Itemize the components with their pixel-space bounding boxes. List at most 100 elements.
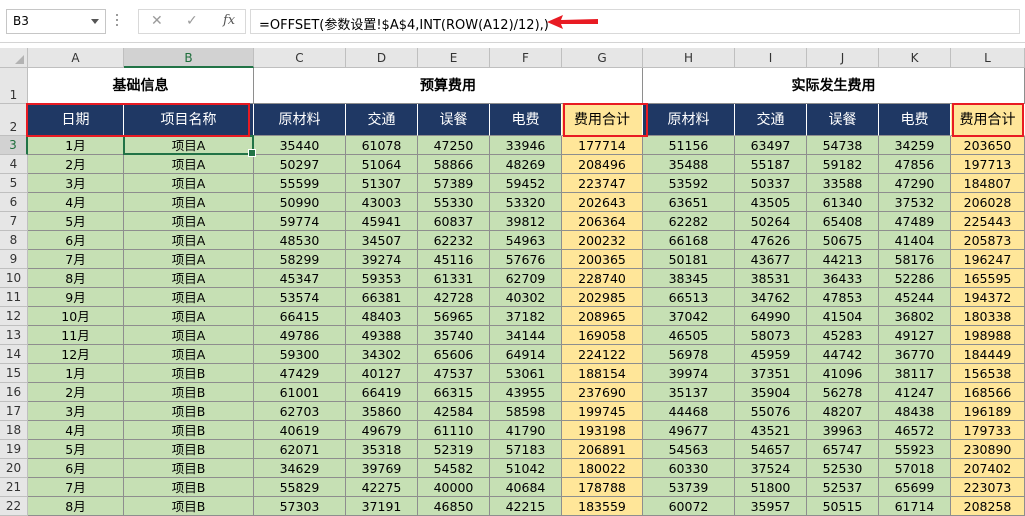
data-cell[interactable]: 46505	[643, 326, 735, 345]
data-cell[interactable]: 42215	[490, 497, 562, 516]
data-cell[interactable]: 193198	[562, 421, 643, 440]
data-cell[interactable]: 230890	[951, 440, 1025, 459]
chevron-down-icon[interactable]	[91, 19, 99, 24]
data-cell[interactable]: 7月	[28, 250, 124, 269]
row-header-12[interactable]: 12	[0, 307, 28, 326]
data-cell[interactable]: 206028	[951, 193, 1025, 212]
data-cell[interactable]: 43955	[490, 383, 562, 402]
data-cell[interactable]: 228740	[562, 269, 643, 288]
data-cell[interactable]: 223747	[562, 174, 643, 193]
data-cell[interactable]: 61078	[346, 136, 418, 155]
data-cell[interactable]: 41404	[879, 231, 951, 250]
header-cell-h[interactable]: 原材料	[643, 104, 735, 136]
column-header-a[interactable]: A	[28, 48, 124, 68]
data-cell[interactable]: 58299	[254, 250, 346, 269]
data-cell[interactable]: 39769	[346, 459, 418, 478]
data-cell[interactable]: 55330	[418, 193, 490, 212]
data-cell[interactable]: 项目A	[124, 174, 254, 193]
data-cell[interactable]: 44742	[807, 345, 879, 364]
data-cell[interactable]: 45347	[254, 269, 346, 288]
data-cell[interactable]: 50181	[643, 250, 735, 269]
data-cell[interactable]: 202985	[562, 288, 643, 307]
data-cell[interactable]: 项目B	[124, 402, 254, 421]
data-cell[interactable]: 37524	[735, 459, 807, 478]
data-cell[interactable]: 40684	[490, 478, 562, 497]
column-header-l[interactable]: L	[951, 48, 1025, 68]
data-cell[interactable]: 34259	[879, 136, 951, 155]
data-cell[interactable]: 208965	[562, 307, 643, 326]
data-cell[interactable]: 55599	[254, 174, 346, 193]
data-cell[interactable]: 206364	[562, 212, 643, 231]
data-cell[interactable]: 180338	[951, 307, 1025, 326]
header-cell-i[interactable]: 交通	[735, 104, 807, 136]
data-cell[interactable]: 33946	[490, 136, 562, 155]
data-cell[interactable]: 41247	[879, 383, 951, 402]
data-cell[interactable]: 224122	[562, 345, 643, 364]
column-header-j[interactable]: J	[807, 48, 879, 68]
data-cell[interactable]: 3月	[28, 174, 124, 193]
data-cell[interactable]: 39812	[490, 212, 562, 231]
data-cell[interactable]: 62709	[490, 269, 562, 288]
column-header-c[interactable]: C	[254, 48, 346, 68]
data-cell[interactable]: 50675	[807, 231, 879, 250]
data-cell[interactable]: 项目B	[124, 497, 254, 516]
data-cell[interactable]: 58176	[879, 250, 951, 269]
data-cell[interactable]: 59353	[346, 269, 418, 288]
data-cell[interactable]: 180022	[562, 459, 643, 478]
column-header-h[interactable]: H	[643, 48, 735, 68]
data-cell[interactable]: 63651	[643, 193, 735, 212]
row-header-9[interactable]: 9	[0, 250, 28, 269]
data-cell[interactable]: 156538	[951, 364, 1025, 383]
data-cell[interactable]: 42275	[346, 478, 418, 497]
header-cell-j[interactable]: 误餐	[807, 104, 879, 136]
data-cell[interactable]: 57303	[254, 497, 346, 516]
data-cell[interactable]: 49677	[643, 421, 735, 440]
data-cell[interactable]: 项目A	[124, 136, 254, 155]
data-cell[interactable]: 项目A	[124, 288, 254, 307]
data-cell[interactable]: 50264	[735, 212, 807, 231]
data-cell[interactable]: 61110	[418, 421, 490, 440]
data-cell[interactable]: 58598	[490, 402, 562, 421]
data-cell[interactable]: 55076	[735, 402, 807, 421]
row-header-7[interactable]: 7	[0, 212, 28, 231]
data-cell[interactable]: 38117	[879, 364, 951, 383]
data-cell[interactable]: 49786	[254, 326, 346, 345]
data-cell[interactable]: 54738	[807, 136, 879, 155]
data-cell[interactable]: 208258	[951, 497, 1025, 516]
row-header-14[interactable]: 14	[0, 345, 28, 364]
data-cell[interactable]: 57676	[490, 250, 562, 269]
data-cell[interactable]: 47537	[418, 364, 490, 383]
data-cell[interactable]: 50990	[254, 193, 346, 212]
data-cell[interactable]: 34144	[490, 326, 562, 345]
data-cell[interactable]: 37182	[490, 307, 562, 326]
data-cell[interactable]: 59300	[254, 345, 346, 364]
data-cell[interactable]: 37351	[735, 364, 807, 383]
data-cell[interactable]: 2月	[28, 383, 124, 402]
data-cell[interactable]: 53574	[254, 288, 346, 307]
row-header-4[interactable]: 4	[0, 155, 28, 174]
enter-check-icon[interactable]: ✓	[186, 13, 198, 29]
data-cell[interactable]: 52319	[418, 440, 490, 459]
data-cell[interactable]: 48438	[879, 402, 951, 421]
data-cell[interactable]: 61331	[418, 269, 490, 288]
cancel-icon[interactable]: ✕	[151, 13, 163, 29]
data-cell[interactable]: 65747	[807, 440, 879, 459]
data-cell[interactable]: 66315	[418, 383, 490, 402]
data-cell[interactable]: 178788	[562, 478, 643, 497]
data-cell[interactable]: 41096	[807, 364, 879, 383]
data-cell[interactable]: 52537	[807, 478, 879, 497]
row-header-6[interactable]: 6	[0, 193, 28, 212]
data-cell[interactable]: 40619	[254, 421, 346, 440]
data-cell[interactable]: 53592	[643, 174, 735, 193]
data-cell[interactable]: 1月	[28, 136, 124, 155]
row-header-13[interactable]: 13	[0, 326, 28, 345]
data-cell[interactable]: 206891	[562, 440, 643, 459]
data-cell[interactable]: 62703	[254, 402, 346, 421]
data-cell[interactable]: 51800	[735, 478, 807, 497]
data-cell[interactable]: 1月	[28, 364, 124, 383]
data-cell[interactable]: 59452	[490, 174, 562, 193]
data-cell[interactable]: 项目A	[124, 307, 254, 326]
group-header-budget[interactable]: 预算费用	[254, 68, 643, 104]
column-header-k[interactable]: K	[879, 48, 951, 68]
data-cell[interactable]: 57018	[879, 459, 951, 478]
